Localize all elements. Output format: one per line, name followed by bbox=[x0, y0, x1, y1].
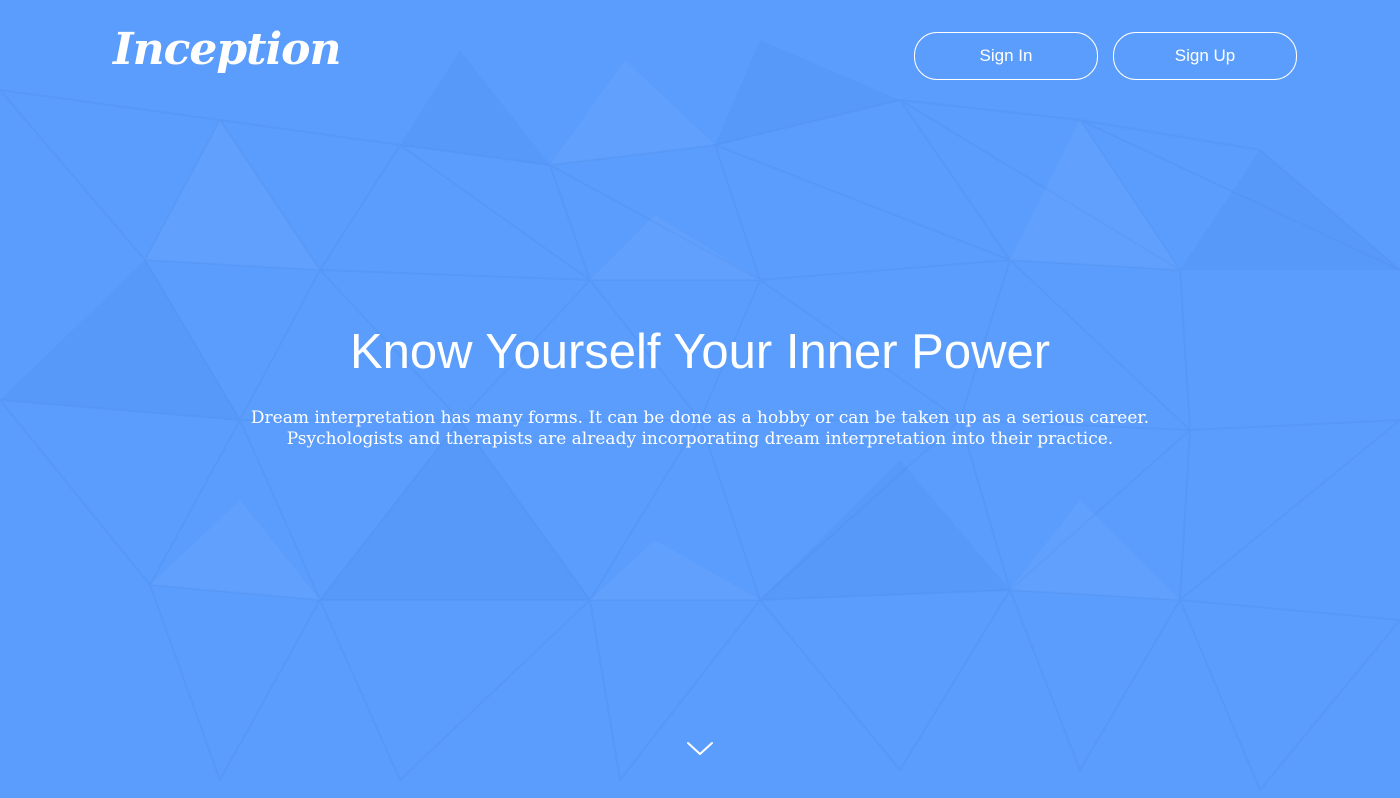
hero-title: Know Yourself Your Inner Power bbox=[349, 325, 1051, 379]
site-header: Inception Sign In Sign Up bbox=[0, 0, 1400, 110]
sign-up-button[interactable]: Sign Up bbox=[1113, 32, 1297, 80]
hero-description-line-1: Dream interpretation has many forms. It … bbox=[250, 408, 1150, 428]
hero-section: Know Yourself Your Inner Power Dream int… bbox=[0, 300, 1400, 450]
hero-description: Dream interpretation has many forms. It … bbox=[220, 408, 1180, 450]
chevron-down-icon bbox=[687, 742, 713, 755]
brand-logo[interactable]: Inception bbox=[113, 20, 341, 80]
scroll-down-button[interactable] bbox=[686, 740, 714, 758]
sign-in-button[interactable]: Sign In bbox=[914, 32, 1098, 80]
hero-description-line-2: Psychologists and therapists are already… bbox=[286, 429, 1114, 449]
